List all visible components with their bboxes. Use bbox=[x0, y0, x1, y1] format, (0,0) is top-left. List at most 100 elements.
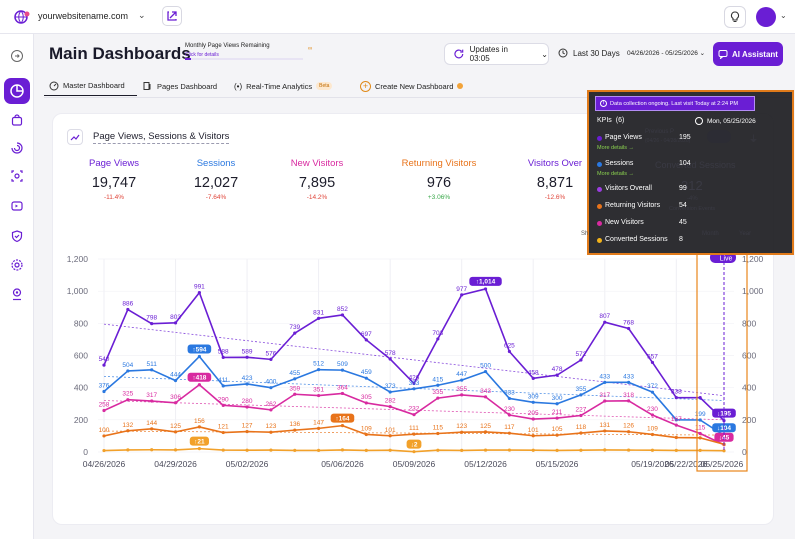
kpi-change: -11.4% bbox=[103, 194, 125, 201]
sidebar-item-settings[interactable] bbox=[7, 255, 27, 275]
tooltip-row-name: Returning Visitors bbox=[605, 202, 661, 209]
tab-real-time-analytics[interactable]: (•) Real-Time Analytics Beta bbox=[234, 76, 333, 96]
gauge-icon bbox=[49, 81, 59, 90]
tooltip-row-value: 195 bbox=[679, 134, 691, 141]
shopping-bag-icon bbox=[11, 114, 23, 126]
spiral-icon bbox=[11, 142, 23, 154]
tooltip-row-new-visitors: New Visitors 45 bbox=[597, 218, 717, 230]
pages-icon bbox=[143, 82, 151, 90]
beta-badge: Beta bbox=[316, 82, 333, 90]
kpi-label: Returning Visitors bbox=[401, 158, 477, 169]
sidebar-item-heatmaps[interactable] bbox=[7, 166, 27, 186]
tab-label: Create New Dashboard bbox=[375, 81, 454, 91]
kpi-page-views[interactable]: Page Views 19,747 -11.4% bbox=[69, 158, 159, 201]
globe-icon bbox=[14, 10, 30, 24]
tooltip-row-sessions: Sessions 104 bbox=[597, 159, 717, 171]
kpis-count: (6) bbox=[615, 117, 625, 124]
clock-icon bbox=[695, 117, 703, 125]
period-selector[interactable]: Last 30 Days bbox=[558, 48, 620, 58]
site-name[interactable]: yourwebsitename.com bbox=[38, 11, 128, 21]
external-link-button[interactable] bbox=[162, 6, 182, 26]
sidebar-item-security[interactable] bbox=[7, 226, 27, 246]
sidebar bbox=[0, 34, 34, 539]
shield-icon bbox=[11, 230, 23, 243]
updates-label: Updates in 03:05 bbox=[469, 45, 508, 63]
chevron-down-icon[interactable]: ⌄ bbox=[780, 11, 787, 20]
tab-master-dashboard[interactable]: Master Dashboard bbox=[44, 76, 137, 96]
card-title[interactable]: Page Views, Sessions & Visitors bbox=[93, 131, 230, 144]
tooltip-row-name: Converted Sessions bbox=[605, 236, 668, 243]
target-icon bbox=[11, 170, 23, 182]
banner-text: Data collection ongoing. Last visit Toda… bbox=[610, 100, 739, 107]
more-details-link[interactable]: More details → bbox=[597, 171, 634, 177]
kpi-label: Sessions bbox=[196, 158, 236, 169]
tooltip-row-value: 45 bbox=[679, 219, 687, 226]
sidebar-item-ecommerce[interactable] bbox=[7, 110, 27, 130]
series-dot bbox=[597, 187, 602, 192]
series-dot bbox=[597, 238, 602, 243]
status-dot bbox=[457, 83, 464, 89]
sidebar-item-collapse[interactable] bbox=[7, 46, 27, 66]
pie-chart-icon bbox=[10, 84, 24, 98]
kpi-value: 19,747 bbox=[91, 175, 137, 191]
tab-create-new-dashboard[interactable]: + Create New Dashboard bbox=[360, 76, 464, 96]
tooltip-date-text: Mon, 05/25/2026 bbox=[707, 117, 756, 125]
year-toggle-behind: Year bbox=[739, 231, 752, 237]
filter-icon: ⏚ bbox=[749, 134, 759, 144]
ai-assistant-label: AI Assistant bbox=[732, 49, 778, 59]
updates-dropdown[interactable]: Updates in 03:05 ⌄ bbox=[444, 43, 549, 65]
sidebar-item-funnels[interactable] bbox=[7, 138, 27, 158]
sidebar-item-account[interactable] bbox=[7, 284, 27, 304]
user-pin-icon bbox=[12, 288, 22, 301]
tooltip-row-converted-sessions: Converted Sessions 8 bbox=[597, 235, 717, 247]
kpi-label: New Visitors bbox=[290, 158, 344, 169]
chat-bubble-icon bbox=[718, 50, 728, 59]
tooltip-row-returning-visitors: Returning Visitors 54 bbox=[597, 201, 717, 213]
kpi-label: Page Views bbox=[89, 158, 139, 169]
plus-icon: + bbox=[360, 80, 371, 92]
arrow-right-circle-icon bbox=[11, 50, 23, 62]
monthly-views-title: Monthly Page Views Remaining bbox=[185, 43, 270, 49]
kpi-value: 12,027 bbox=[193, 175, 239, 191]
tooltip-row-value: 54 bbox=[679, 202, 687, 209]
tab-label: Pages Dashboard bbox=[157, 81, 218, 91]
tooltip-row-value: 104 bbox=[679, 160, 691, 167]
tab-label: Master Dashboard bbox=[63, 81, 125, 90]
sidebar-item-recordings[interactable] bbox=[7, 196, 27, 216]
avatar[interactable] bbox=[756, 7, 776, 27]
kpi-change: -7.64% bbox=[205, 194, 227, 201]
more-details-link[interactable]: More details → bbox=[597, 145, 634, 151]
kpi-change: -14.2% bbox=[306, 194, 328, 201]
live-signal-icon: (•) bbox=[234, 81, 243, 91]
kpi-new-visitors[interactable]: New Visitors 7,895 -14.2% bbox=[272, 158, 362, 201]
refresh-icon bbox=[454, 49, 464, 59]
tips-button[interactable] bbox=[724, 6, 746, 28]
tooltip-row-name: Sessions bbox=[605, 160, 634, 167]
lightbulb-icon bbox=[730, 11, 740, 23]
tab-pages-dashboard[interactable]: Pages Dashboard bbox=[143, 76, 217, 96]
kpi-tooltip-popover: Previous P (04/26 - 04/28/2026) Converte… bbox=[581, 90, 794, 255]
period-label: Last 30 Days bbox=[573, 48, 620, 58]
date-range[interactable]: 04/26/2026 - 05/25/2026 ⌄ bbox=[627, 49, 705, 57]
clock-icon bbox=[558, 48, 568, 58]
series-dot bbox=[597, 204, 602, 209]
info-icon: i bbox=[600, 100, 607, 107]
chevron-down-icon[interactable]: ⌄ bbox=[138, 10, 146, 21]
show-behind: Sh bbox=[581, 231, 589, 237]
kpi-value: 7,895 bbox=[298, 175, 336, 191]
gear-icon bbox=[11, 259, 23, 271]
chevron-down-icon: ⌄ bbox=[541, 49, 548, 59]
tooltip-row-value: 8 bbox=[679, 236, 683, 243]
date-range-label: 04/26/2026 - 05/25/2026 bbox=[627, 50, 698, 57]
kpi-sessions[interactable]: Sessions 12,027 -7.64% bbox=[171, 158, 261, 201]
page-title: Main Dashboards bbox=[49, 44, 191, 63]
tab-label: Real-Time Analytics bbox=[246, 81, 313, 91]
series-dot bbox=[597, 162, 602, 167]
kpi-returning-visitors[interactable]: Returning Visitors 976 +3.06% bbox=[394, 158, 484, 201]
kpi-change: +3.06% bbox=[427, 194, 451, 201]
ai-assistant-button[interactable]: AI Assistant bbox=[713, 42, 783, 66]
player-icon bbox=[11, 201, 23, 211]
sidebar-item-dashboards[interactable] bbox=[4, 78, 30, 104]
chevron-down-icon: ⌄ bbox=[699, 50, 706, 57]
monthly-views-progress bbox=[185, 58, 303, 60]
